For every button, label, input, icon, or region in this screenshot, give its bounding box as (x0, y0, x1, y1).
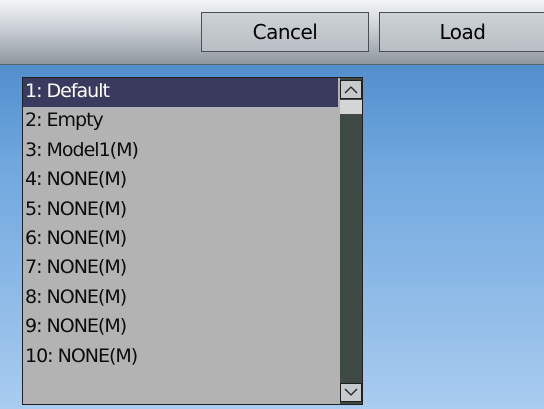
list-item[interactable]: 7: NONE(M) (23, 254, 338, 283)
list-item[interactable]: 6: NONE(M) (23, 225, 338, 254)
scroll-down-button[interactable] (340, 383, 362, 402)
list-item[interactable]: 8: NONE(M) (23, 284, 338, 313)
top-toolbar: Cancel Load (0, 0, 544, 65)
list-item[interactable]: 2: Empty (23, 107, 338, 136)
model-list-rows: 1: Default 2: Empty 3: Model1(M) 4: NONE… (23, 78, 338, 372)
chevron-down-icon (344, 388, 358, 396)
list-item[interactable]: 10: NONE(M) (23, 343, 338, 372)
list-item[interactable]: 3: Model1(M) (23, 137, 338, 166)
cancel-button[interactable]: Cancel (201, 12, 369, 52)
load-button[interactable]: Load (379, 12, 544, 52)
list-scrollbar[interactable] (340, 78, 362, 404)
model-list[interactable]: 1: Default 2: Empty 3: Model1(M) 4: NONE… (22, 77, 363, 405)
scroll-thumb[interactable] (340, 100, 362, 114)
list-item[interactable]: 1: Default (23, 78, 338, 108)
list-item[interactable]: 4: NONE(M) (23, 166, 338, 195)
list-item[interactable]: 9: NONE(M) (23, 313, 338, 342)
chevron-up-icon (344, 86, 358, 94)
scroll-up-button[interactable] (340, 80, 362, 99)
list-item[interactable]: 5: NONE(M) (23, 196, 338, 225)
